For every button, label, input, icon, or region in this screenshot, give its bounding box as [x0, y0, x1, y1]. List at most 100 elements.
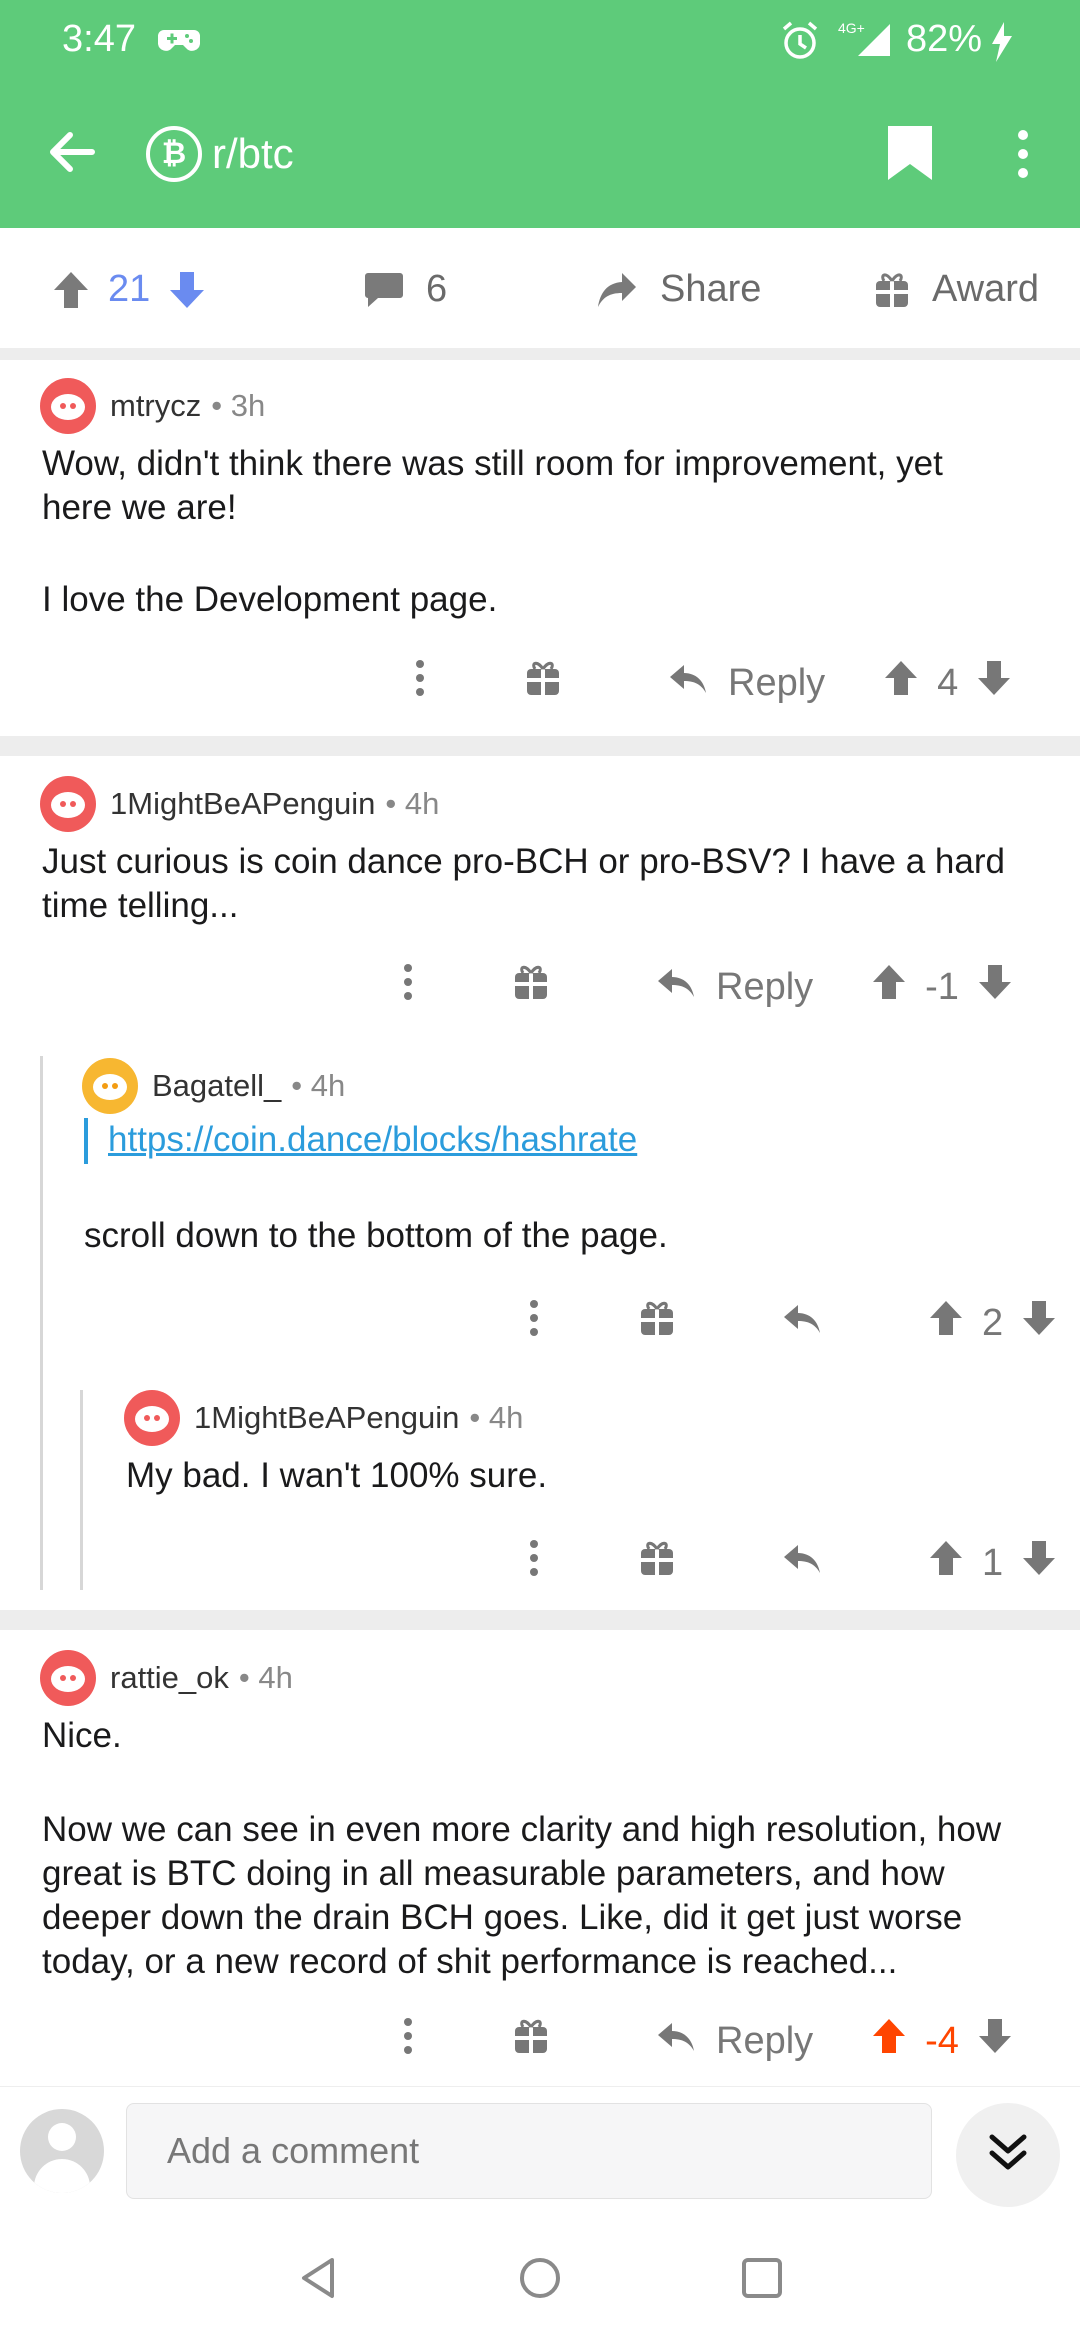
- comment-composer-bar: Add a comment: [0, 2086, 1080, 2216]
- award-button[interactable]: Award: [874, 268, 1039, 311]
- reply-icon[interactable]: [668, 662, 708, 705]
- reply-icon[interactable]: [656, 2020, 696, 2063]
- reply-icon[interactable]: [656, 966, 696, 1009]
- comment-line: time telling...: [42, 886, 239, 925]
- gift-icon[interactable]: [640, 1300, 674, 1346]
- reply-button[interactable]: Reply: [716, 966, 813, 1009]
- reply-icon[interactable]: [782, 1542, 822, 1585]
- comment-header[interactable]: Bagatell_ • 4h: [82, 1058, 345, 1114]
- comment-more-icon[interactable]: [414, 658, 426, 708]
- comment-body: scroll down to the bottom of the page.: [84, 1214, 668, 1258]
- comment-header[interactable]: 1MightBeAPenguin • 4h: [40, 776, 439, 832]
- comment-more-icon[interactable]: [528, 1298, 540, 1348]
- upvote-icon[interactable]: [928, 1299, 964, 1347]
- gift-icon: [874, 271, 910, 309]
- comment-author[interactable]: 1MightBeAPenguin: [194, 1400, 459, 1436]
- add-comment-input[interactable]: Add a comment: [126, 2103, 932, 2199]
- comment-line: scroll down to the bottom of the page.: [84, 1216, 668, 1255]
- comment-actions: 1: [528, 1538, 1057, 1588]
- comment-actions: 2: [528, 1298, 1057, 1348]
- upvote-icon[interactable]: [52, 270, 90, 310]
- jump-down-button[interactable]: [956, 2103, 1060, 2207]
- upvote-icon[interactable]: [871, 2017, 907, 2065]
- comment-line: I love the Development page.: [42, 580, 498, 619]
- comment-time: • 4h: [291, 1068, 346, 1103]
- nav-recents-icon[interactable]: [740, 2256, 784, 2305]
- avatar[interactable]: [124, 1390, 180, 1446]
- downvote-icon[interactable]: [977, 2017, 1013, 2065]
- add-comment-placeholder: Add a comment: [167, 2130, 420, 2171]
- signal-icon: [856, 22, 892, 63]
- comment-count: 6: [426, 268, 448, 310]
- comment-author[interactable]: Bagatell_: [152, 1068, 281, 1104]
- user-avatar[interactable]: [20, 2109, 104, 2193]
- gamepad-icon: [158, 22, 200, 63]
- comment-author[interactable]: 1MightBeAPenguin: [110, 786, 375, 822]
- share-arrow-icon: [596, 271, 638, 309]
- comment-more-icon[interactable]: [528, 1538, 540, 1588]
- avatar[interactable]: [40, 378, 96, 434]
- downvote-icon[interactable]: [168, 270, 206, 310]
- comment-body: My bad. I wan't 100% sure.: [126, 1454, 547, 1498]
- comment-spacer: [42, 530, 1052, 578]
- comment-author[interactable]: mtrycz: [110, 388, 201, 424]
- reply-icon[interactable]: [782, 1302, 822, 1345]
- comment-score: -4: [925, 2019, 959, 2062]
- comment-body: Wow, didn't think there was still room f…: [42, 442, 1052, 622]
- gift-icon[interactable]: [514, 2018, 548, 2064]
- comment-more-icon[interactable]: [402, 962, 414, 1012]
- thread-line[interactable]: [80, 1390, 83, 1590]
- comment-line: Now we can see in even more clarity and …: [42, 1810, 1002, 1849]
- comment-body: Nice. Now we can see in even more clarit…: [42, 1714, 1062, 1984]
- comment-line: great is BTC doing in all measurable par…: [42, 1854, 945, 1893]
- comment-header[interactable]: mtrycz • 3h: [40, 378, 265, 434]
- avatar[interactable]: [40, 776, 96, 832]
- comment-actions: Reply -4: [402, 2016, 1013, 2066]
- upvote-icon[interactable]: [883, 659, 919, 707]
- double-chevron-down-icon: [986, 2131, 1030, 2180]
- thread-line[interactable]: [40, 1056, 43, 1590]
- gift-icon[interactable]: [514, 964, 548, 1010]
- hashrate-link[interactable]: https://coin.dance/blocks/hashrate: [108, 1120, 637, 1159]
- comment-line: My bad. I wan't 100% sure.: [126, 1456, 548, 1495]
- reply-button[interactable]: Reply: [716, 2020, 813, 2063]
- downvote-icon[interactable]: [977, 963, 1013, 1011]
- upvote-icon[interactable]: [871, 963, 907, 1011]
- top-bar: 3:47 4G+ 82% ₿ r/btc: [0, 0, 1080, 228]
- comment-time: • 4h: [469, 1400, 524, 1435]
- downvote-icon[interactable]: [976, 659, 1012, 707]
- app-bar: ₿ r/btc: [0, 84, 1080, 228]
- comment-more-icon[interactable]: [402, 2016, 414, 2066]
- nav-home-icon[interactable]: [518, 2256, 562, 2305]
- subreddit-name[interactable]: r/btc: [212, 130, 294, 178]
- comment-author[interactable]: rattie_ok: [110, 1660, 229, 1696]
- status-bar: 3:47 4G+ 82%: [0, 0, 1080, 84]
- gift-icon[interactable]: [526, 660, 560, 706]
- post-vote-group: 21: [52, 268, 206, 311]
- avatar[interactable]: [40, 1650, 96, 1706]
- section-divider: [0, 348, 1080, 360]
- comment-line: Nice.: [42, 1716, 122, 1755]
- bookmark-icon[interactable]: [888, 126, 932, 185]
- gift-icon[interactable]: [640, 1540, 674, 1586]
- comment-header[interactable]: rattie_ok • 4h: [40, 1650, 293, 1706]
- post-action-bar: 21 6 Share Award: [0, 228, 1080, 348]
- comment-body: Just curious is coin dance pro-BCH or pr…: [42, 840, 1052, 928]
- comments-button[interactable]: 6: [364, 268, 447, 311]
- share-button[interactable]: Share: [596, 268, 761, 311]
- comment-line: here we are!: [42, 488, 237, 527]
- reply-button[interactable]: Reply: [728, 662, 825, 705]
- comment-line: today, or a new record of shit performan…: [42, 1942, 898, 1981]
- upvote-icon[interactable]: [928, 1539, 964, 1587]
- more-options-icon[interactable]: [1016, 128, 1030, 185]
- comment-score: -1: [925, 965, 959, 1008]
- avatar[interactable]: [82, 1058, 138, 1114]
- comment-line: Just curious is coin dance pro-BCH or pr…: [42, 842, 1005, 881]
- quote-bar: [84, 1118, 88, 1164]
- subreddit-icon[interactable]: ₿: [146, 126, 202, 182]
- downvote-icon[interactable]: [1021, 1539, 1057, 1587]
- back-arrow-icon[interactable]: [46, 126, 98, 183]
- nav-back-icon[interactable]: [296, 2256, 340, 2305]
- downvote-icon[interactable]: [1021, 1299, 1057, 1347]
- comment-header[interactable]: 1MightBeAPenguin • 4h: [124, 1390, 523, 1446]
